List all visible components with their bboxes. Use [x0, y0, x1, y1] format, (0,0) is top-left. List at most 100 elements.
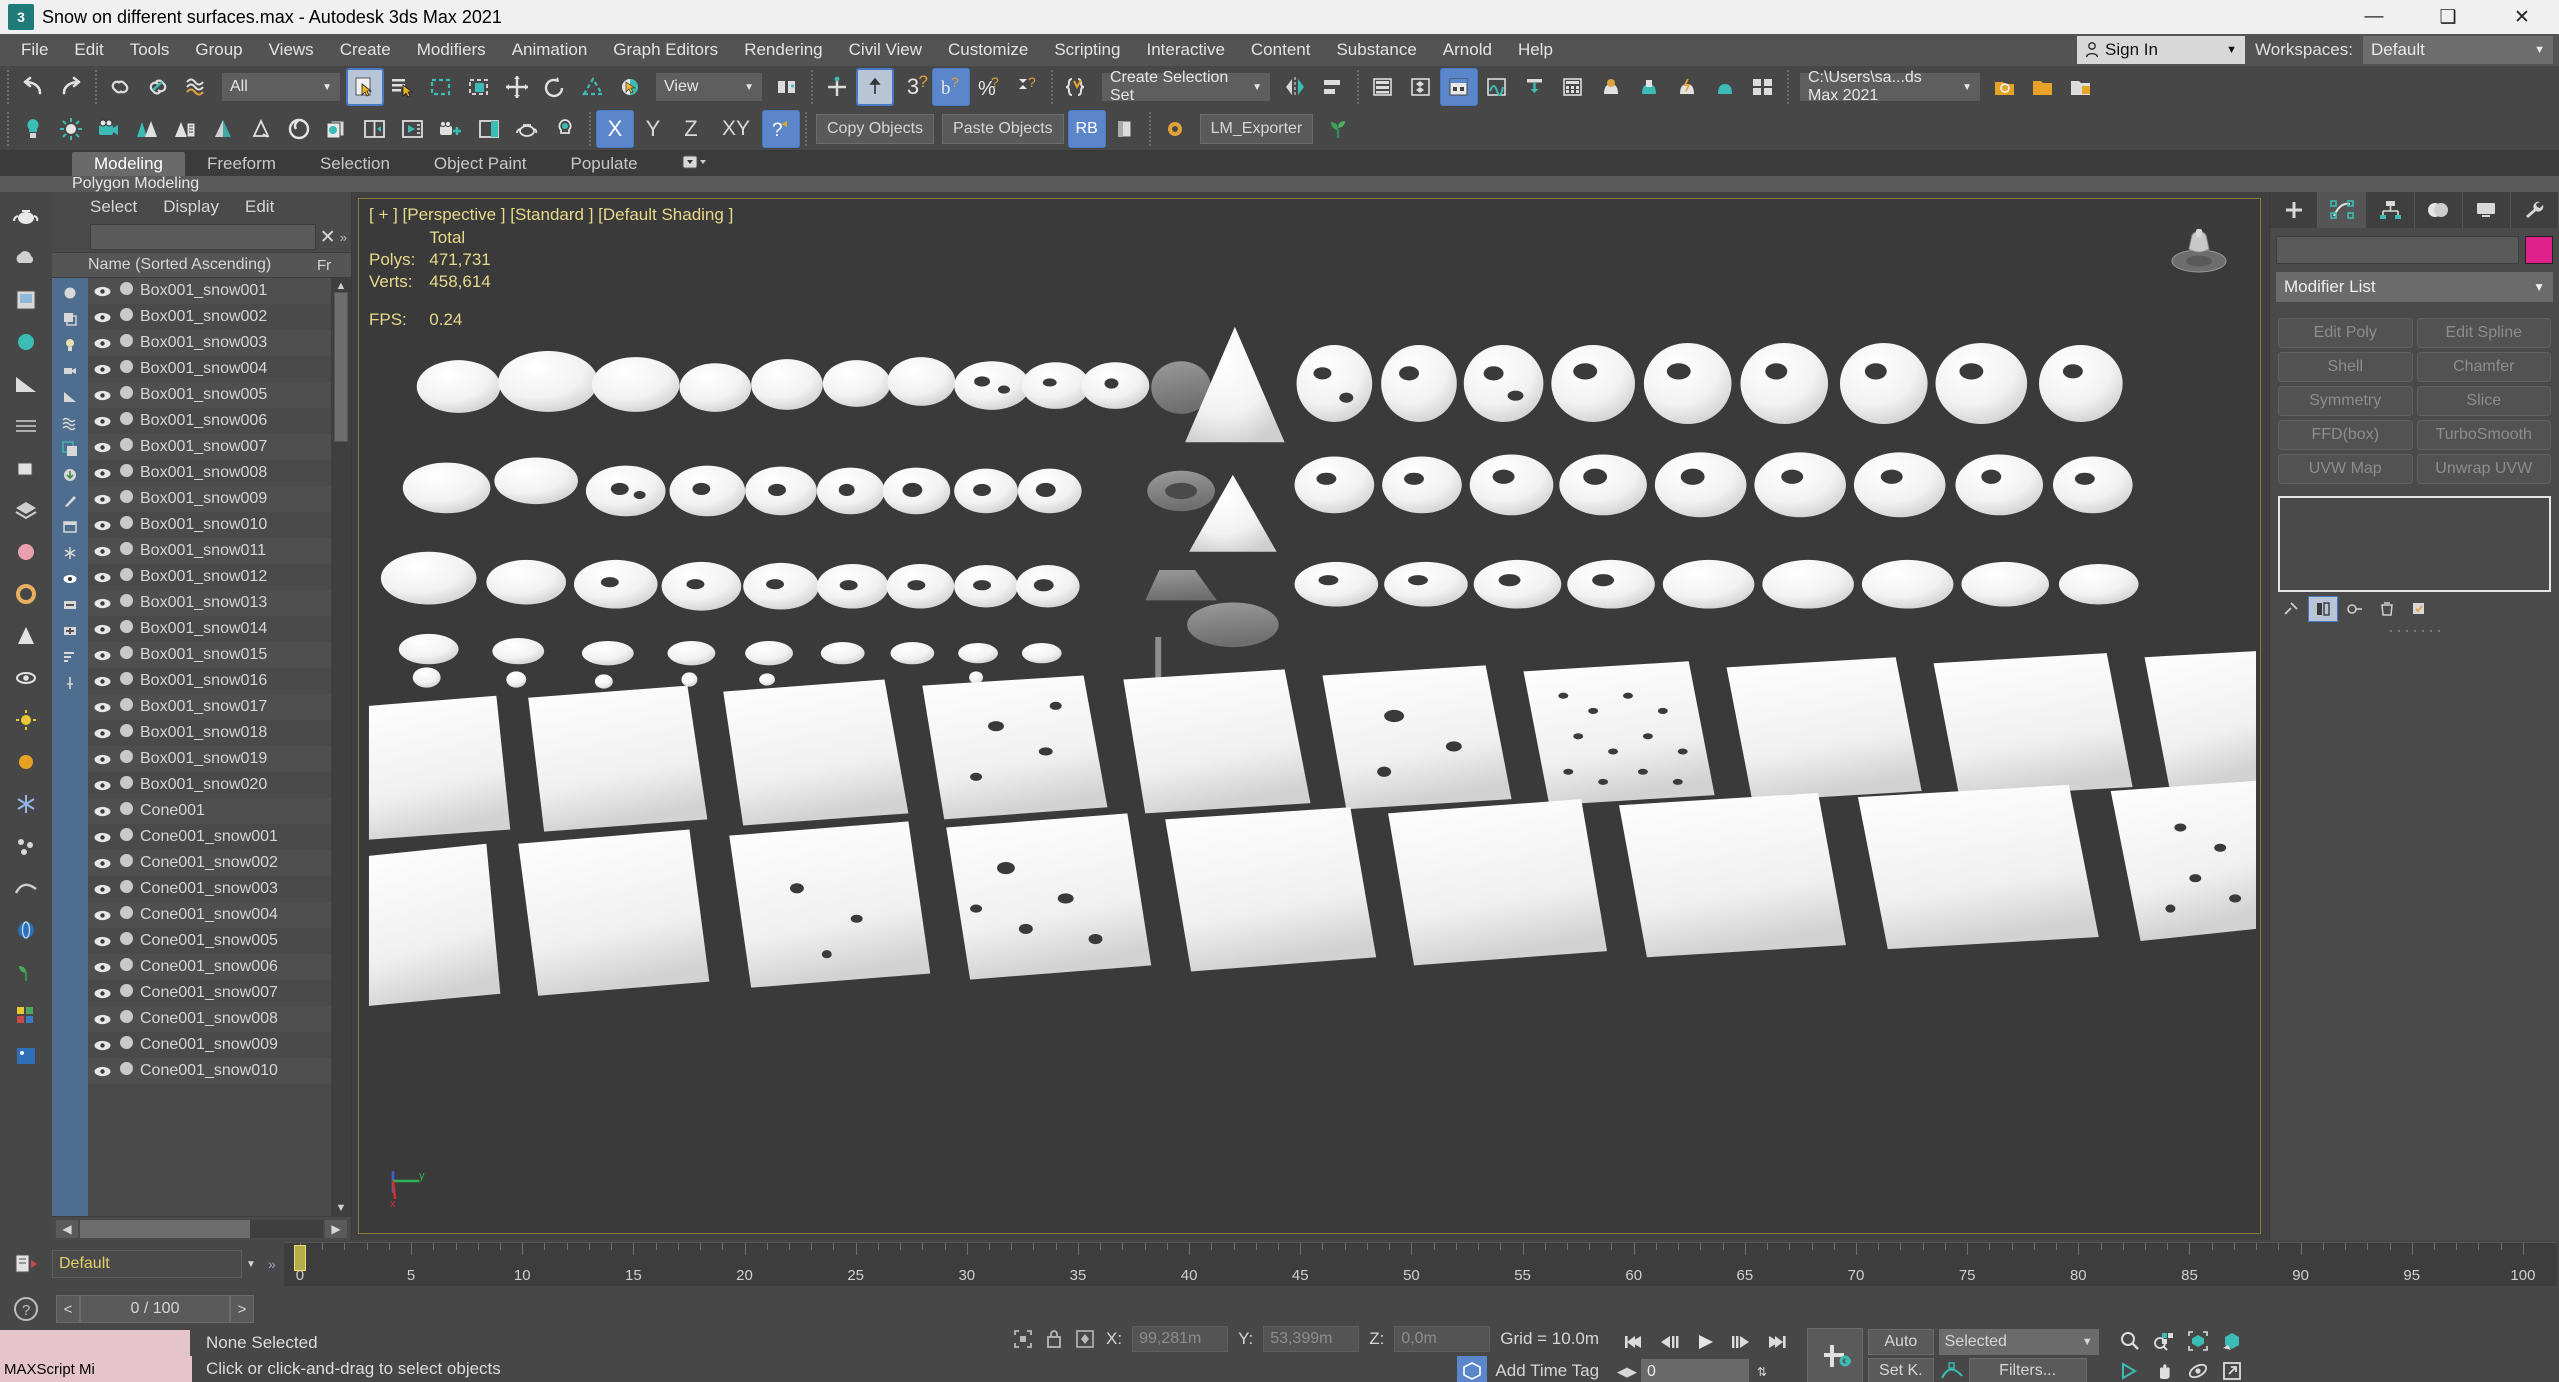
align-icon[interactable] [1314, 68, 1352, 106]
railclone-icon[interactable] [166, 110, 204, 148]
eye-icon[interactable] [94, 832, 116, 843]
eye-icon[interactable] [94, 312, 116, 323]
named-set-icon[interactable] [0, 1252, 52, 1276]
list-item[interactable]: Cone001_snow009 [88, 1032, 331, 1058]
object-color-dot-icon[interactable] [116, 672, 136, 690]
toolbar-grip[interactable] [7, 112, 9, 146]
menu-create[interactable]: Create [327, 34, 404, 66]
coord-z-field[interactable]: 0,0m [1394, 1326, 1490, 1352]
modifier-chamfer-button[interactable]: Chamfer [2417, 352, 2552, 382]
help-icon[interactable]: ? [0, 1295, 52, 1323]
deform-icon[interactable] [4, 868, 48, 908]
eye-icon[interactable] [94, 988, 116, 999]
named-selection-set-dropdown[interactable]: Create Selection Set ▼ [1102, 73, 1270, 101]
list-item[interactable]: Box001_snow016 [88, 668, 331, 694]
render-iterative-icon[interactable] [1706, 68, 1744, 106]
tab-modeling[interactable]: Modeling [72, 152, 185, 176]
eye-icon[interactable] [94, 468, 116, 479]
object-color-dot-icon[interactable] [116, 750, 136, 768]
help-topic-icon[interactable]: ? [762, 110, 800, 148]
object-color-dot-icon[interactable] [116, 1062, 136, 1080]
split-viewport-icon[interactable] [356, 110, 394, 148]
layer-explorer-icon[interactable] [1364, 68, 1402, 106]
object-color-dot-icon[interactable] [116, 412, 136, 430]
key-step-arrows-icon[interactable]: ◀▶ [1617, 1364, 1637, 1380]
visibility-icon[interactable] [4, 658, 48, 698]
toggle-scene-explorer-icon[interactable] [1440, 68, 1478, 106]
expand-chevron-icon[interactable]: » [340, 230, 349, 245]
eye-icon[interactable] [94, 702, 116, 713]
menu-file[interactable]: File [8, 34, 61, 66]
list-item[interactable]: Box001_snow017 [88, 694, 331, 720]
teapot-icon[interactable] [508, 110, 546, 148]
open-render-gallery-icon[interactable] [1744, 68, 1782, 106]
tab-selection[interactable]: Selection [298, 152, 412, 176]
menu-scripting[interactable]: Scripting [1041, 34, 1133, 66]
modifier-list-dropdown[interactable]: Modifier List ▼ [2276, 272, 2553, 302]
snaps-toggle-icon[interactable] [818, 68, 856, 106]
render-setup-icon[interactable] [1592, 68, 1630, 106]
viewport-layout-icon[interactable] [470, 110, 508, 148]
sign-in-dropdown[interactable]: Sign In ▼ [2077, 36, 2245, 64]
tab-object-paint[interactable]: Object Paint [412, 152, 549, 176]
frame-prev-button[interactable]: < [56, 1295, 80, 1323]
eye-icon[interactable] [94, 884, 116, 895]
scroll-down-icon[interactable]: ▼ [336, 1202, 347, 1214]
pin-stack-icon[interactable] [2276, 596, 2306, 622]
maximize-viewport-icon[interactable] [2215, 1356, 2249, 1382]
set-project-folder-icon[interactable] [2062, 68, 2100, 106]
list-item[interactable]: Box001_snow011 [88, 538, 331, 564]
scene-explorer-search-input[interactable] [90, 224, 316, 250]
object-color-dot-icon[interactable] [116, 516, 136, 534]
spinner-snap-arrows-icon[interactable]: ? [1008, 68, 1046, 106]
select-and-place-icon[interactable] [612, 68, 650, 106]
list-item[interactable]: Cone001_snow010 [88, 1058, 331, 1084]
open-folder-icon[interactable] [2024, 68, 2062, 106]
containers-filter-icon[interactable] [52, 514, 88, 540]
list-item[interactable]: Box001_snow012 [88, 564, 331, 590]
eye-icon[interactable] [94, 338, 116, 349]
eye-icon[interactable] [94, 910, 116, 921]
bones-filter-icon[interactable] [52, 488, 88, 514]
modifier-slice-button[interactable]: Slice [2417, 386, 2552, 416]
next-frame-icon[interactable] [1725, 1327, 1757, 1357]
eye-icon[interactable] [94, 416, 116, 427]
lm-settings-icon[interactable] [1156, 110, 1194, 148]
hscrollbar-track[interactable] [80, 1220, 323, 1238]
object-color-dot-icon[interactable] [116, 958, 136, 976]
teapot-primitive-icon[interactable] [4, 196, 48, 236]
material-library-icon[interactable] [318, 110, 356, 148]
utilities-tab[interactable] [2511, 192, 2559, 228]
menu-edit[interactable]: Edit [61, 34, 116, 66]
list-item[interactable]: Box001_snow003 [88, 330, 331, 356]
modifier-stack-list[interactable] [2278, 496, 2551, 592]
list-item[interactable]: Box001_snow006 [88, 408, 331, 434]
hscrollbar-thumb[interactable] [80, 1220, 250, 1238]
column-header-frozen[interactable]: Fr [317, 257, 351, 274]
cone-primitive-icon[interactable] [4, 616, 48, 656]
material-sphere-icon[interactable] [4, 322, 48, 362]
object-color-dot-icon[interactable] [116, 568, 136, 586]
globe-icon[interactable] [4, 910, 48, 950]
rb-secondary-icon[interactable] [1106, 110, 1144, 148]
modifier-turbosmooth-button[interactable]: TurboSmooth [2417, 420, 2552, 450]
frozen-filter-icon[interactable] [52, 540, 88, 566]
object-color-dot-icon[interactable] [116, 438, 136, 456]
window-crossing-toggle-icon[interactable] [460, 68, 498, 106]
eye-icon[interactable] [94, 494, 116, 505]
select-by-name-button[interactable] [384, 68, 422, 106]
arnold-icon[interactable] [280, 110, 318, 148]
object-color-dot-icon[interactable] [116, 646, 136, 664]
select-and-move-icon[interactable] [498, 68, 536, 106]
modifier-symmetry-button[interactable]: Symmetry [2278, 386, 2413, 416]
filters-button[interactable]: Filters... [1969, 1358, 2087, 1382]
snowflake-scatter-icon[interactable] [4, 784, 48, 824]
column-header-name[interactable]: Name (Sorted Ascending) [52, 256, 317, 274]
sun-positioner-icon[interactable] [52, 110, 90, 148]
rectangular-selection-region-icon[interactable] [422, 68, 460, 106]
list-item[interactable]: Cone001_snow002 [88, 850, 331, 876]
coord-x-field[interactable]: 99,281m [1132, 1326, 1228, 1352]
list-item[interactable]: Box001_snow009 [88, 486, 331, 512]
list-item[interactable]: Box001_snow013 [88, 590, 331, 616]
selection-lock-toggle-icon[interactable] [1012, 1328, 1034, 1350]
